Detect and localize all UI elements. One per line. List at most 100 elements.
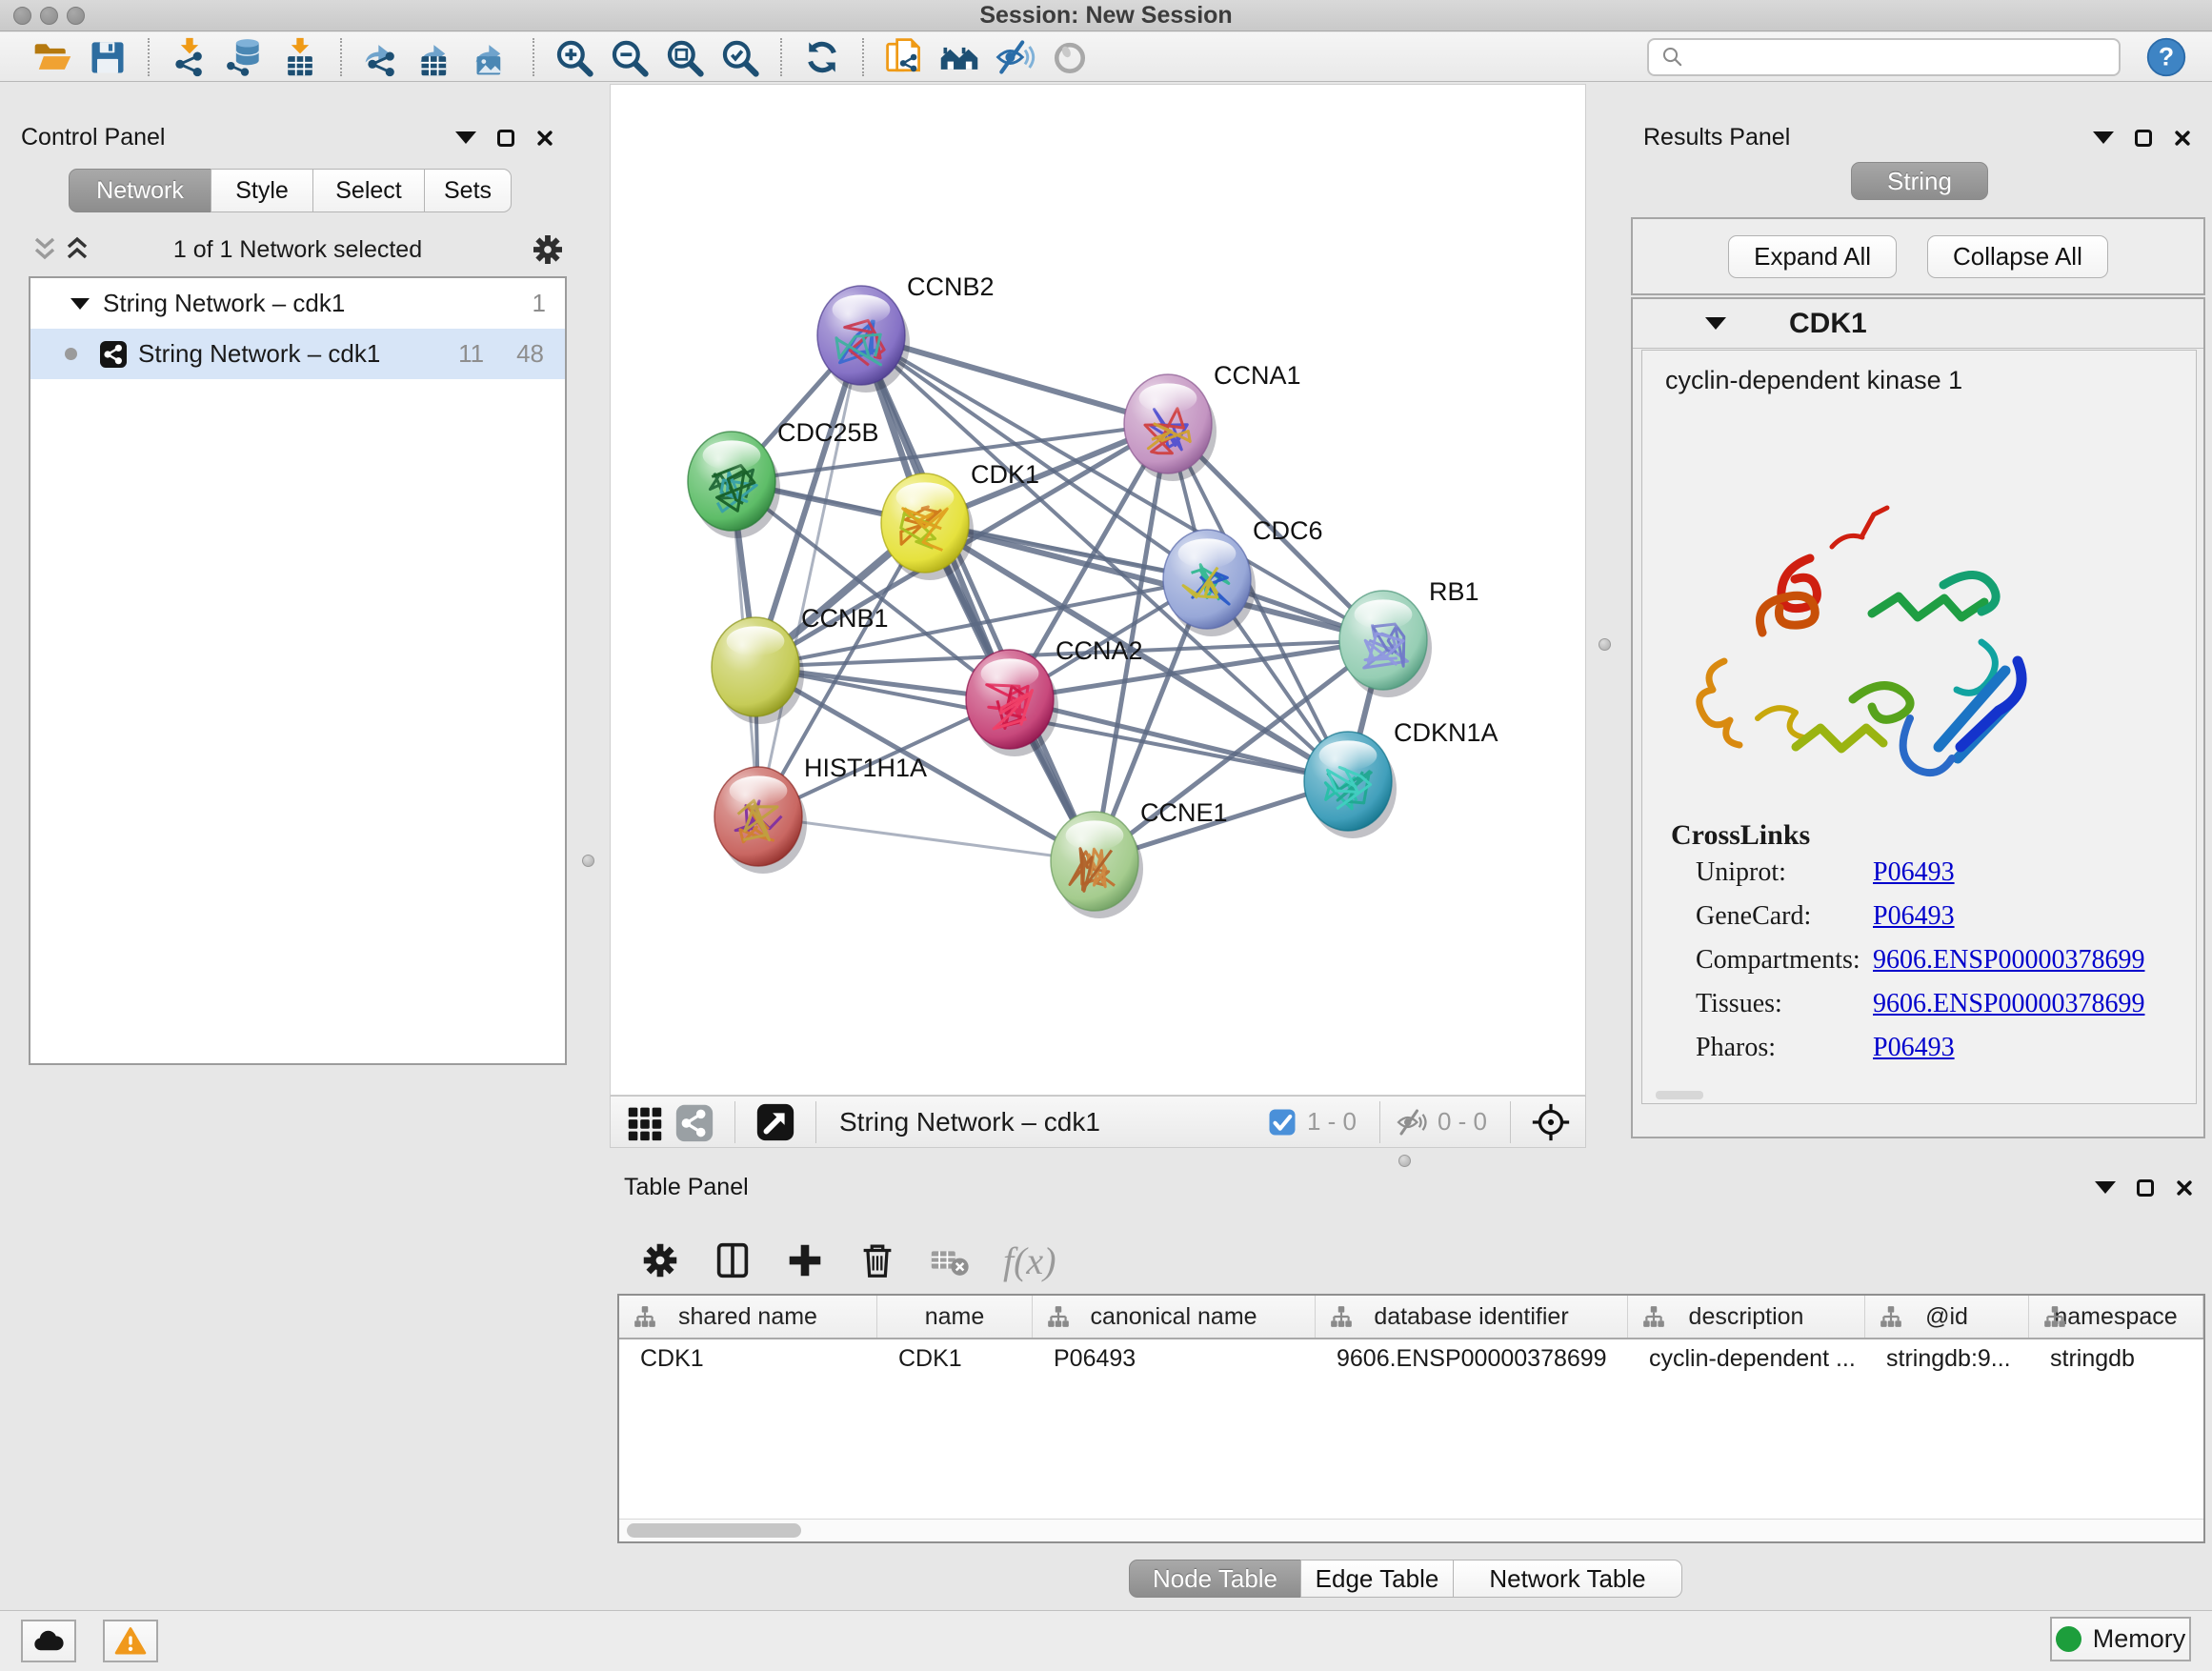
help-button[interactable]: ? (2145, 36, 2187, 78)
right-splitter-handle[interactable] (1599, 638, 1611, 651)
horizontal-splitter-handle[interactable] (1398, 1155, 1411, 1167)
crosslinks-title: CrossLinks (1671, 819, 1810, 852)
table-panel-float-icon[interactable] (2095, 1181, 2116, 1194)
network-options-button[interactable] (529, 231, 567, 269)
open-session-button[interactable] (25, 34, 80, 80)
table-hscrollbar[interactable] (619, 1519, 2203, 1541)
export-image-button[interactable] (465, 34, 520, 80)
crosslink-link[interactable]: 9606.ENSP00000378699 (1873, 945, 2144, 976)
show-columns-button[interactable] (696, 1238, 769, 1283)
show-all-button[interactable] (1042, 34, 1097, 80)
zoom-out-button[interactable] (602, 34, 657, 80)
hide-selected-button[interactable] (987, 34, 1042, 80)
table-cell[interactable]: P06493 (1033, 1339, 1316, 1379)
table-panel-maximize-icon[interactable] (2137, 1179, 2154, 1197)
table-cell[interactable]: stringdb (2029, 1339, 2203, 1379)
node-HIST1H1A[interactable] (714, 767, 807, 874)
warnings-button[interactable] (103, 1620, 158, 1662)
import-network-button[interactable] (162, 34, 217, 80)
first-neighbors-button[interactable] (932, 34, 987, 80)
network-row[interactable]: String Network – cdk1 11 48 (30, 329, 565, 379)
refresh-button[interactable] (794, 34, 850, 80)
new-network-from-selection-button[interactable] (876, 34, 932, 80)
network-canvas[interactable]: CCNB2CCNA1CDC25BCDK1CDC6RB1CCNB1CCNA2CDK… (610, 84, 1586, 1096)
collapse-all-button[interactable]: Collapse All (1927, 235, 2108, 278)
zoom-in-button[interactable] (547, 34, 602, 80)
edge-CCNB2-HIST1H1A[interactable] (758, 335, 861, 816)
export-image-icon (472, 36, 513, 78)
control-panel-float-icon[interactable] (455, 131, 476, 144)
tab-style[interactable]: Style (211, 169, 313, 212)
zoom-fit-button[interactable] (657, 34, 713, 80)
save-session-button[interactable] (80, 34, 135, 80)
column-header-shared-name[interactable]: shared name (619, 1296, 877, 1338)
fit-content-button[interactable] (1529, 1100, 1573, 1144)
edge-HIST1H1A-CCNE1[interactable] (758, 816, 1095, 861)
table-cell[interactable]: CDK1 (619, 1339, 877, 1379)
node-CDK1[interactable] (881, 473, 974, 580)
import-table-button[interactable] (272, 34, 328, 80)
edge-CCNB2-CCNE1[interactable] (861, 335, 1095, 861)
results-panel-maximize-icon[interactable] (2135, 130, 2152, 147)
crosslink-link[interactable]: P06493 (1873, 901, 1955, 932)
table-cell[interactable]: stringdb:9... (1865, 1339, 2029, 1379)
column-header-name[interactable]: name (877, 1296, 1033, 1338)
tab-sets[interactable]: Sets (424, 169, 512, 212)
birds-eye-view-button[interactable] (754, 1100, 797, 1144)
crosslink-link[interactable]: 9606.ENSP00000378699 (1873, 989, 2144, 1019)
node-RB1[interactable] (1339, 591, 1432, 697)
table-cell[interactable]: CDK1 (877, 1339, 1033, 1379)
column-header-namespace[interactable]: namespace (2029, 1296, 2203, 1338)
node-CDC25B[interactable] (688, 432, 780, 538)
tab-edge-table[interactable]: Edge Table (1300, 1560, 1454, 1598)
tab-network-table[interactable]: Network Table (1453, 1560, 1682, 1598)
network-view-button[interactable] (673, 1100, 716, 1144)
table-row[interactable]: CDK1CDK1P064939606.ENSP00000378699cyclin… (619, 1339, 2203, 1379)
results-panel-close-icon[interactable] (2173, 129, 2192, 148)
table-panel-close-icon[interactable] (2175, 1178, 2194, 1198)
results-hscroll[interactable] (1656, 1091, 1703, 1099)
tab-node-table[interactable]: Node Table (1129, 1560, 1301, 1598)
table-tabs: Node TableEdge TableNetwork Table (1129, 1560, 1682, 1598)
search-input[interactable] (1687, 42, 2109, 72)
network-selector-bar: 1 of 1 Network selected (29, 226, 567, 273)
tab-network[interactable]: Network (69, 169, 211, 212)
expand-all-button[interactable]: Expand All (1728, 235, 1897, 278)
column-header-canonical-name[interactable]: canonical name (1033, 1296, 1316, 1338)
grid-view-button[interactable] (623, 1100, 667, 1144)
tab-string[interactable]: String (1851, 162, 1988, 200)
cloud-status-button[interactable] (21, 1620, 76, 1662)
results-panel-float-icon[interactable] (2093, 131, 2114, 144)
node-CCNB2[interactable] (817, 286, 910, 393)
control-panel-maximize-icon[interactable] (497, 130, 514, 147)
table-cell[interactable]: cyclin-dependent ... (1628, 1339, 1865, 1379)
node-CCNA2[interactable] (966, 650, 1058, 756)
left-splitter-handle[interactable] (582, 855, 594, 867)
crosslink-link[interactable]: P06493 (1873, 1033, 1955, 1063)
node-CCNA1[interactable] (1124, 374, 1217, 481)
node-CDKN1A[interactable] (1304, 732, 1397, 838)
import-database-button[interactable] (217, 34, 272, 80)
export-network-button[interactable] (354, 34, 410, 80)
network-node-count: 11 (458, 339, 484, 369)
column-header-database-identifier[interactable]: database identifier (1316, 1296, 1628, 1338)
table-settings-button[interactable] (624, 1238, 696, 1283)
zoom-selected-button[interactable] (713, 34, 768, 80)
delete-column-button[interactable] (841, 1238, 914, 1283)
export-table-button[interactable] (410, 34, 465, 80)
column-header-description[interactable]: description (1628, 1296, 1865, 1338)
network-collection-row[interactable]: String Network – cdk1 1 (30, 278, 565, 329)
tab-select[interactable]: Select (312, 169, 425, 212)
search-box[interactable] (1647, 38, 2121, 76)
column-header--id[interactable]: @id (1865, 1296, 2029, 1338)
collection-expand-icon[interactable] (70, 298, 90, 310)
node-CCNE1[interactable] (1051, 812, 1143, 918)
crosslink-link[interactable]: P06493 (1873, 857, 1955, 888)
table-cell[interactable]: 9606.ENSP00000378699 (1316, 1339, 1628, 1379)
create-column-button[interactable] (769, 1238, 841, 1283)
memory-button[interactable]: Memory (2050, 1617, 2191, 1661)
entry-collapse-icon[interactable] (1705, 317, 1726, 330)
control-panel-close-icon[interactable] (535, 129, 554, 148)
entry-header[interactable]: CDK1 (1633, 299, 2203, 349)
node-CDC6[interactable] (1163, 530, 1256, 636)
